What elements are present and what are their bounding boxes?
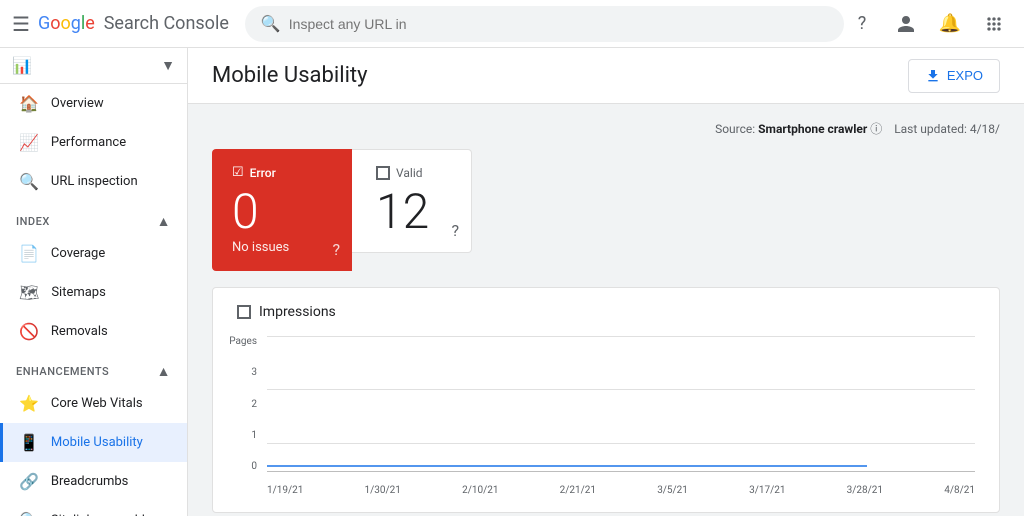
topbar: ☰ Google Search Console 🔍 ? 🔔 [0,0,1024,48]
y-label-2: 2 [251,399,257,410]
sidebar-item-sitemaps[interactable]: 🗺 Sitemaps [0,273,187,312]
sidebar-item-label: Sitemaps [51,285,106,300]
source-bar: Source: Smartphone crawler ⓘ Last update… [212,120,1000,137]
valid-count: 12 [376,188,447,236]
source-value: Smartphone crawler [758,122,867,136]
x-label-3: 2/21/21 [560,485,596,496]
index-toggle[interactable]: ▲ [157,213,171,230]
removals-icon: 🚫 [19,322,39,341]
sidebar-item-coverage[interactable]: 📄 Coverage [0,234,187,273]
breadcrumbs-icon: 🔗 [19,472,39,491]
main-header: Mobile Usability EXPO [188,48,1024,104]
sidebar-item-label: Removals [51,324,108,339]
x-labels: 1/19/21 1/30/21 2/10/21 2/21/21 3/5/21 3… [267,485,975,496]
index-section-header: Index ▲ [0,201,187,234]
y-label-3: Pages [229,336,257,347]
search-input[interactable] [289,16,828,32]
property-chevron: ▼ [161,57,175,74]
searchbox-icon: 🔍 [19,511,39,516]
content-area: Source: Smartphone crawler ⓘ Last update… [188,104,1024,516]
chart-area: Pages 3 2 1 0 [237,336,975,496]
layout: 📊 ▼ 🏠 Overview 📈 Performance 🔍 URL inspe… [0,48,1024,516]
search-icon: 🔍 [261,14,281,33]
profile-icon[interactable] [888,6,924,42]
topbar-actions: ? 🔔 [844,6,1012,42]
bar-chart-icon: 📊 [12,56,32,75]
chart-inner: 1/19/21 1/30/21 2/10/21 2/21/21 3/5/21 3… [267,336,975,496]
chart-svg [267,336,975,471]
sidebar-item-removals[interactable]: 🚫 Removals [0,312,187,351]
hamburger-icon[interactable]: ☰ [12,12,30,36]
bell-icon[interactable]: 🔔 [932,6,968,42]
enhancements-section-label: Enhancements [16,365,109,378]
error-card: ☑ Error 0 No issues ? [212,149,352,271]
valid-help-icon[interactable]: ? [451,221,459,240]
chart-section: Impressions Pages 3 2 1 0 [212,287,1000,513]
last-updated: Last updated: 4/18/ [894,122,1000,136]
logo-text: Google Search Console [38,13,229,34]
sidebar-item-label: Overview [51,96,104,111]
property-selector[interactable]: 📊 ▼ [0,48,187,84]
error-help-icon[interactable]: ? [332,240,340,259]
x-label-1: 1/30/21 [365,485,401,496]
error-card-label: ☑ Error [232,165,332,180]
y-label-0: 0 [251,461,257,472]
valid-checkbox [376,166,390,180]
sidebar: 📊 ▼ 🏠 Overview 📈 Performance 🔍 URL inspe… [0,48,188,516]
sidebar-item-label: Core Web Vitals [51,396,143,411]
x-label-5: 3/17/21 [749,485,785,496]
coverage-icon: 📄 [19,244,39,263]
sidebar-item-breadcrumbs[interactable]: 🔗 Breadcrumbs [0,462,187,501]
chart-header: Impressions [237,304,975,320]
x-label-0: 1/19/21 [267,485,303,496]
inspect-icon: 🔍 [19,172,39,191]
page-title: Mobile Usability [212,63,368,88]
sitemaps-icon: 🗺 [19,283,39,302]
chart-title: Impressions [259,304,336,320]
valid-card-label: Valid [376,166,447,180]
search-bar[interactable]: 🔍 [245,6,844,42]
core-web-vitals-icon: ⭐ [19,394,39,413]
sidebar-item-mobile-usability[interactable]: 📱 Mobile Usability [0,423,187,462]
enhancements-toggle[interactable]: ▲ [157,363,171,380]
sidebar-item-url-inspection[interactable]: 🔍 URL inspection [0,162,187,201]
x-label-4: 3/5/21 [657,485,688,496]
sidebar-item-core-web-vitals[interactable]: ⭐ Core Web Vitals [0,384,187,423]
y-label-1: 1 [251,430,257,441]
mobile-icon: 📱 [19,433,39,452]
impressions-checkbox[interactable] [237,305,251,319]
sidebar-item-performance[interactable]: 📈 Performance [0,123,187,162]
home-icon: 🏠 [19,94,39,113]
valid-card: Valid 12 ? [352,149,472,253]
sidebar-item-label: Breadcrumbs [51,474,128,489]
sidebar-item-label: Performance [51,135,126,150]
source-label: Source: [715,122,755,136]
sidebar-item-label: Coverage [51,246,105,261]
main-content: Mobile Usability EXPO Source: Smartphone… [188,48,1024,516]
sidebar-item-overview[interactable]: 🏠 Overview [0,84,187,123]
x-label-6: 3/28/21 [847,485,883,496]
status-cards: ☑ Error 0 No issues ? Valid 12 ? [212,149,1000,271]
apps-icon[interactable] [976,6,1012,42]
y-label-3: 3 [251,367,257,378]
chart-baseline [267,471,975,472]
export-button[interactable]: EXPO [908,59,1000,93]
performance-icon: 📈 [19,133,39,152]
logo-area: ☰ Google Search Console [12,12,229,36]
help-icon[interactable]: ? [844,6,880,42]
error-sub: No issues [232,240,332,255]
sidebar-item-label: URL inspection [51,174,138,189]
x-label-2: 2/10/21 [462,485,498,496]
sidebar-item-label: Mobile Usability [51,435,143,450]
enhancements-section-header: Enhancements ▲ [0,351,187,384]
source-help-icon[interactable]: ⓘ [870,122,882,136]
export-label: EXPO [947,68,983,83]
sidebar-item-sitelinks-searchbox[interactable]: 🔍 Sitelinks searchbox [0,501,187,516]
error-count: 0 [232,188,332,236]
chart-y-labels: Pages 3 2 1 0 [237,336,261,472]
index-section-label: Index [16,215,50,228]
x-label-7: 4/8/21 [944,485,975,496]
